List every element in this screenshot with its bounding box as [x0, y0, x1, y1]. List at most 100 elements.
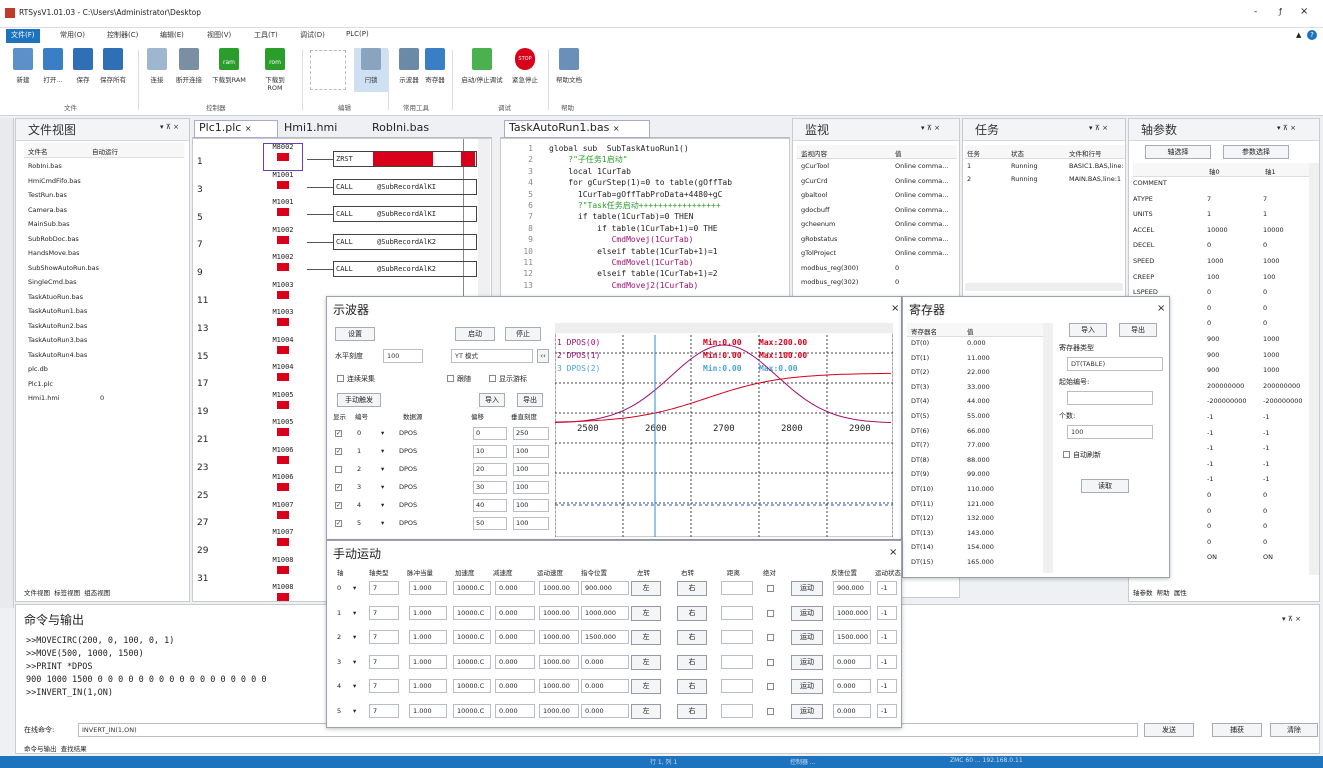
run-button[interactable]: 运动	[791, 654, 823, 670]
tab-cmd-output[interactable]: 命令与输出	[24, 745, 57, 753]
channel-source[interactable]: DPOS	[399, 519, 417, 527]
jog-right-button[interactable]: 右	[677, 679, 707, 694]
register-close-button[interactable]: ×	[1157, 303, 1165, 314]
accel-input[interactable]: 10000.C	[453, 605, 491, 620]
axis1-value[interactable]: 200000000	[1263, 382, 1300, 390]
scope-import-button[interactable]: 导入	[479, 393, 505, 407]
channel-vscale[interactable]: 100	[513, 445, 549, 458]
ladder-contact[interactable]	[277, 318, 289, 326]
ladder-contact[interactable]	[277, 373, 289, 381]
ribbon-collapse[interactable]: ▲	[1296, 31, 1301, 39]
decel-input[interactable]: 0.000	[495, 654, 535, 669]
axis1-value[interactable]: 7	[1263, 195, 1267, 203]
channel-show-checkbox[interactable]: ✓	[335, 448, 342, 455]
absolute-checkbox[interactable]	[767, 707, 774, 715]
absolute-checkbox[interactable]	[767, 634, 774, 641]
hscale-input[interactable]: 100	[383, 349, 423, 363]
code-line[interactable]: local 1CurTab	[549, 166, 781, 177]
tab-hmi1[interactable]: Hmi1.hmi	[284, 121, 337, 134]
code-line[interactable]: ?"子任务1启动"	[549, 154, 781, 165]
axis-type-dropdown-icon[interactable]: ▾	[353, 609, 356, 617]
monitor-item-name[interactable]: modbus_reg(302)	[801, 278, 858, 286]
panel-pin-icon[interactable]: ▾ ⊼ ×	[160, 123, 179, 131]
cmd-pin-icon[interactable]: ▾ ⊼ ×	[1282, 615, 1301, 623]
channel-dropdown-icon[interactable]: ▾	[381, 465, 384, 473]
channel-vscale[interactable]: 100	[513, 481, 549, 494]
speed-input[interactable]: 1000.00	[539, 679, 579, 693]
jog-right-button[interactable]: 右	[677, 581, 707, 596]
speed-input[interactable]: 1000.00	[539, 630, 579, 644]
axis-type-input[interactable]: 7	[369, 703, 399, 718]
jog-right-button[interactable]: 右	[677, 654, 707, 670]
jog-right-button[interactable]: 右	[677, 630, 707, 645]
axis0-value[interactable]: 1	[1207, 210, 1211, 218]
channel-offset[interactable]: 20	[473, 463, 507, 476]
start-index-input[interactable]	[1067, 391, 1153, 405]
channel-dropdown-icon[interactable]: ▾	[381, 447, 384, 455]
monitor-item-name[interactable]: modbus_reg(300)	[801, 264, 858, 272]
axis0-value[interactable]: 7	[1207, 195, 1211, 203]
jog-left-button[interactable]: 左	[631, 581, 661, 596]
jog-left-button[interactable]: 左	[631, 679, 661, 694]
ladder-cursor[interactable]	[263, 143, 303, 171]
register-value[interactable]: 77.000	[967, 441, 990, 449]
edit-small-tools[interactable]	[310, 50, 346, 90]
latch-button[interactable]: 闩锁	[354, 48, 388, 92]
axis1-value[interactable]: 1000	[1263, 366, 1280, 374]
register-button[interactable]: 寄存器	[418, 48, 452, 92]
absolute-checkbox[interactable]	[767, 609, 774, 617]
run-button[interactable]: 运动	[791, 703, 823, 719]
save-button[interactable]: 保存	[66, 48, 100, 92]
absolute-checkbox[interactable]	[767, 683, 774, 690]
file-item[interactable]: TestRun.bas	[28, 191, 67, 199]
channel-show-checkbox[interactable]: ✓	[335, 520, 342, 527]
code-line[interactable]: ?"Task任务启动+++++++++++++++++	[549, 200, 781, 211]
register-value[interactable]: 88.000	[967, 456, 990, 464]
jog-left-button[interactable]: 左	[631, 605, 661, 621]
scope-stop-button[interactable]: 停止	[505, 327, 541, 341]
axis1-value[interactable]: 0	[1263, 241, 1267, 249]
monitor-item-name[interactable]: gCurTool	[801, 162, 829, 170]
ladder-contact[interactable]	[277, 593, 289, 601]
channel-vscale[interactable]: 100	[513, 463, 549, 476]
channel-source[interactable]: DPOS	[399, 501, 417, 509]
register-value[interactable]: 132.000	[967, 514, 994, 522]
tab-plc1[interactable]: Plc1.plc ×	[194, 120, 278, 138]
register-value[interactable]: 121.000	[967, 500, 994, 508]
channel-offset[interactable]: 10	[473, 445, 507, 458]
scope-start-button[interactable]: 启动	[455, 327, 495, 341]
decel-input[interactable]: 0.000	[495, 605, 535, 620]
ladder-contact[interactable]	[277, 510, 289, 519]
channel-offset[interactable]: 0	[473, 427, 507, 440]
start-stop-debug-button[interactable]: 启动/停止调试	[456, 48, 508, 92]
channel-vscale[interactable]: 250	[513, 427, 549, 440]
count-input[interactable]: 100	[1067, 425, 1153, 439]
axis1-value[interactable]: -1	[1263, 429, 1269, 437]
jog-right-button[interactable]: 右	[677, 703, 707, 719]
file-item[interactable]: RobIni.bas	[28, 162, 62, 170]
save-all-button[interactable]: 保存所有	[96, 48, 130, 92]
axis1-value[interactable]: 100	[1263, 273, 1275, 281]
ladder-contact[interactable]	[277, 345, 289, 354]
register-export-button[interactable]: 导出	[1119, 323, 1157, 337]
clear-button[interactable]: 清除	[1270, 723, 1318, 737]
code-line[interactable]: elseif table(1CurTab+1)=2	[549, 268, 781, 279]
accel-input[interactable]: 10000.C	[453, 581, 491, 595]
register-type-select[interactable]: DT(TABLE)	[1067, 357, 1163, 371]
axis-type-input[interactable]: 7	[369, 581, 399, 595]
monitor-item-name[interactable]: gTolProject	[801, 249, 836, 257]
axis0-value[interactable]: 1000	[1207, 257, 1224, 265]
axis1-value[interactable]: 1000	[1263, 335, 1280, 343]
mode-select[interactable]: YT 模式	[451, 349, 533, 363]
help-doc-button[interactable]: 帮助文档	[552, 48, 586, 92]
axis0-value[interactable]: 200000000	[1207, 382, 1244, 390]
channel-dropdown-icon[interactable]: ▾	[381, 519, 384, 527]
help-icon[interactable]: ?	[1307, 30, 1317, 40]
channel-dropdown-icon[interactable]: ▾	[381, 501, 384, 509]
axis1-value[interactable]: -1	[1263, 460, 1269, 468]
scope-settings-button[interactable]: 设置	[335, 327, 375, 341]
menu-file[interactable]: 文件(F)	[11, 30, 35, 40]
axis0-value[interactable]: ON	[1207, 553, 1217, 561]
file-item[interactable]: Plc1.plc	[28, 380, 53, 388]
monitor-item-name[interactable]: gRobstatus	[801, 235, 837, 243]
